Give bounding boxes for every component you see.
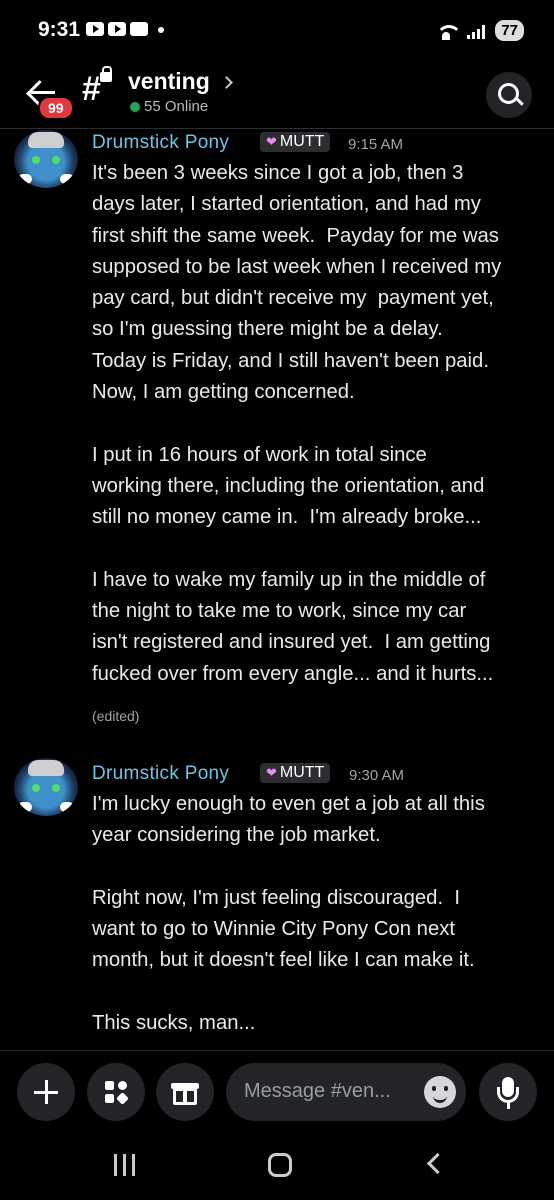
role-label: MUTT <box>279 133 325 150</box>
online-status-icon <box>130 102 140 112</box>
apps-icon[interactable] <box>87 1063 145 1121</box>
battery-indicator: 77 <box>495 20 524 41</box>
timestamp: 9:15 AM <box>348 136 404 153</box>
channel-name[interactable]: venting <box>128 68 210 95</box>
role-tag[interactable]: ❤ MUTT <box>260 763 331 783</box>
heart-icon: ❤ <box>266 765 277 780</box>
online-count: 55 Online <box>144 98 209 115</box>
author-name[interactable]: Drumstick Pony <box>92 763 229 785</box>
system-nav-bar <box>0 1134 554 1200</box>
notification-icons <box>86 22 164 36</box>
youtube-icon <box>86 22 104 36</box>
unread-badge: 99 <box>38 96 74 120</box>
lock-icon <box>100 66 112 82</box>
edited-label: (edited) <box>92 708 140 724</box>
chevron-right-icon[interactable] <box>220 76 233 89</box>
search-button[interactable] <box>486 72 532 118</box>
author-name[interactable]: Drumstick Pony <box>92 132 229 154</box>
channel-header: 99 # venting 55 Online <box>0 60 554 126</box>
avatar[interactable] <box>14 130 78 188</box>
hashtag-icon: # <box>82 70 101 108</box>
emoji-icon[interactable] <box>424 1076 456 1108</box>
message-input[interactable]: Message #ven... <box>226 1063 466 1121</box>
plus-icon[interactable] <box>17 1063 75 1121</box>
status-bar: 9:31 77 <box>0 0 554 60</box>
message-text: It's been 3 weeks since I got a job, the… <box>92 162 502 685</box>
message-input-placeholder: Message #ven... <box>244 1080 391 1102</box>
gift-icon[interactable] <box>156 1063 214 1121</box>
message-composer: Message #ven... <box>0 1050 554 1134</box>
role-tag[interactable]: ❤ MUTT <box>260 132 331 152</box>
timestamp: 9:30 AM <box>349 767 405 784</box>
avatar[interactable] <box>14 758 78 816</box>
youtube-icon <box>108 22 126 36</box>
back-icon[interactable] <box>426 1152 449 1175</box>
signal-icon <box>467 23 486 39</box>
role-label: MUTT <box>279 764 325 781</box>
home-icon[interactable] <box>268 1153 292 1177</box>
recent-apps-icon[interactable] <box>114 1154 136 1176</box>
system-icons: 77 <box>435 20 524 41</box>
message-text: I'm lucky enough to even get a job at al… <box>92 793 485 1035</box>
header-divider <box>0 128 554 129</box>
microphone-icon[interactable] <box>479 1063 537 1121</box>
heart-icon: ❤ <box>266 134 277 149</box>
more-notifications-dot-icon <box>158 27 164 33</box>
wifi-icon <box>435 23 463 40</box>
status-clock: 9:31 <box>38 18 81 41</box>
discord-icon <box>130 22 148 36</box>
